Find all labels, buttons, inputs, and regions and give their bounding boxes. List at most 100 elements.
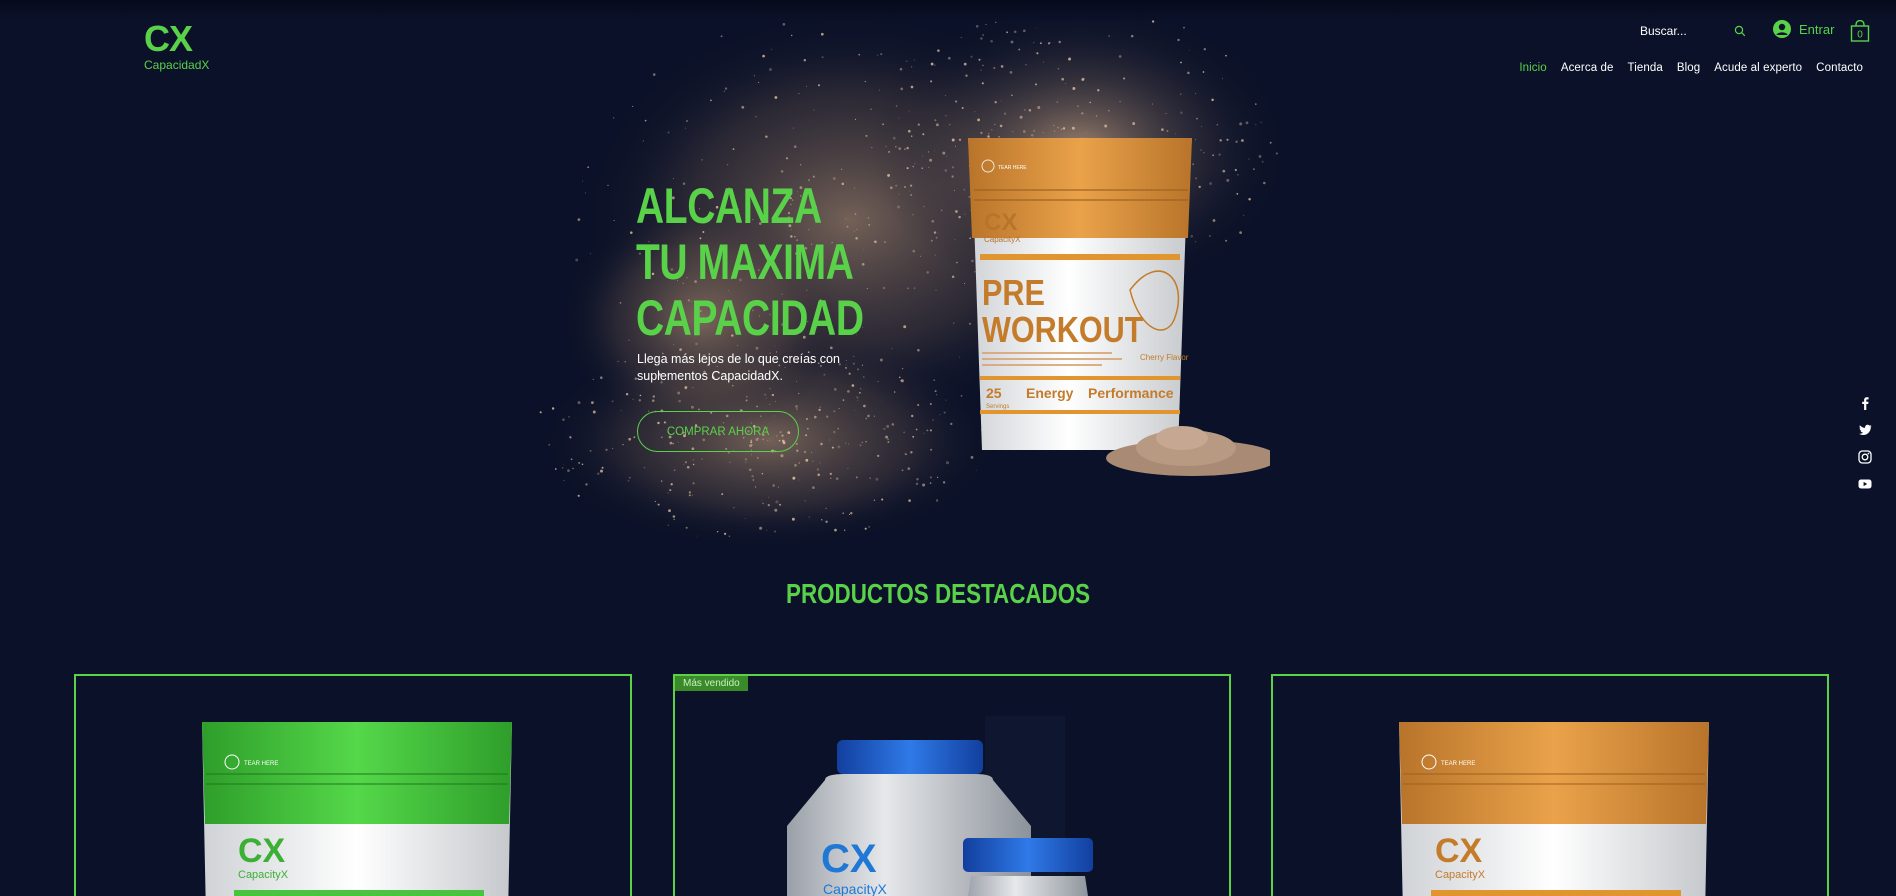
- powder-speckle: [834, 528, 837, 532]
- powder-speckle: [955, 100, 958, 103]
- powder-speckle: [1195, 92, 1197, 94]
- powder-speckle: [933, 231, 937, 234]
- powder-speckle: [1058, 40, 1061, 44]
- facebook-icon[interactable]: [1858, 396, 1872, 410]
- powder-speckle: [825, 520, 828, 524]
- powder-speckle: [934, 254, 936, 256]
- powder-speckle: [820, 442, 823, 446]
- powder-speckle: [589, 449, 592, 452]
- powder-speckle: [721, 493, 724, 496]
- powder-speckle: [935, 499, 939, 502]
- twitter-icon[interactable]: [1858, 423, 1872, 437]
- powder-speckle: [895, 105, 898, 107]
- hero-pouch-tear: TEAR HERE: [998, 165, 1027, 171]
- powder-speckle: [657, 503, 660, 506]
- powder-speckle: [741, 105, 745, 109]
- powder-speckle: [582, 180, 583, 182]
- powder-speckle: [766, 529, 768, 531]
- powder-speckle: [867, 217, 870, 219]
- powder-speckle: [625, 393, 629, 396]
- powder-speckle: [812, 486, 815, 489]
- powder-speckle: [798, 462, 800, 464]
- powder-speckle: [895, 184, 898, 187]
- powder-speckle: [910, 135, 913, 137]
- powder-speckle: [767, 503, 770, 507]
- powder-speckle: [673, 518, 675, 521]
- hero-title-line-3: CAPACIDAD: [636, 290, 864, 346]
- powder-speckle: [1089, 101, 1091, 104]
- powder-speckle: [613, 219, 615, 222]
- powder-speckle: [1042, 61, 1044, 63]
- powder-speckle: [563, 479, 565, 482]
- search-bar[interactable]: [1640, 18, 1746, 44]
- powder-speckle: [934, 150, 936, 152]
- site-logo[interactable]: CX CapacidadX: [144, 20, 209, 73]
- powder-speckle: [769, 68, 772, 71]
- powder-speckle: [745, 461, 747, 463]
- powder-speckle: [985, 23, 987, 26]
- product-image-orange-pouch: TEAR HERE CX CapacityX: [1399, 722, 1709, 896]
- shop-now-button[interactable]: COMPRAR AHORA: [637, 411, 799, 452]
- powder-speckle: [551, 407, 555, 410]
- powder-speckle: [912, 165, 914, 168]
- powder-speckle: [951, 138, 955, 142]
- powder-speckle: [668, 509, 671, 513]
- powder-speckle: [696, 535, 698, 537]
- powder-speckle: [685, 526, 688, 529]
- powder-speckle: [548, 443, 551, 446]
- nav-tienda[interactable]: Tienda: [1621, 62, 1670, 74]
- powder-speckle: [774, 96, 778, 99]
- instagram-icon[interactable]: [1858, 450, 1872, 464]
- powder-speckle: [765, 397, 767, 399]
- powder-speckle: [791, 517, 795, 521]
- powder-speckle: [812, 460, 814, 462]
- powder-speckle: [885, 145, 887, 148]
- login-button[interactable]: Entrar: [1773, 20, 1834, 38]
- powder-speckle: [1068, 57, 1072, 61]
- powder-speckle: [1132, 122, 1136, 126]
- nav-inicio[interactable]: Inicio: [1512, 62, 1553, 74]
- powder-speckle: [1056, 101, 1058, 103]
- powder-speckle: [961, 107, 964, 109]
- nav-blog[interactable]: Blog: [1670, 62, 1707, 74]
- powder-speckle: [761, 472, 764, 475]
- powder-speckle: [630, 231, 633, 234]
- header-shade: [0, 0, 1896, 20]
- powder-speckle: [642, 140, 644, 142]
- featured-products-title: PRODUCTOS DESTACADOS: [0, 578, 1876, 610]
- powder-speckle: [1183, 26, 1185, 29]
- powder-speckle: [891, 423, 895, 426]
- nav-contacto[interactable]: Contacto: [1809, 62, 1870, 74]
- hero-title: ALCANZA TU MAXIMA CAPACIDAD: [636, 178, 864, 346]
- powder-speckle: [929, 403, 932, 405]
- product-card-2[interactable]: CX CapacityX Más vendido: [673, 674, 1231, 896]
- product-card-3[interactable]: TEAR HERE CX CapacityX: [1271, 674, 1829, 896]
- powder-speckle: [1061, 77, 1065, 81]
- card-1-brand-sub: CapacityX: [238, 869, 289, 881]
- hero-pouch-servings: 25: [986, 385, 1002, 401]
- product-card-1[interactable]: TEAR HERE CX CapacityX: [74, 674, 632, 896]
- powder-speckle: [796, 449, 799, 452]
- powder-speckle: [954, 145, 957, 147]
- powder-speckle: [847, 443, 850, 445]
- powder-speckle: [732, 385, 734, 387]
- powder-speckle: [769, 403, 771, 405]
- search-input[interactable]: [1640, 24, 1720, 38]
- powder-speckle: [865, 134, 868, 137]
- powder-speckle: [774, 508, 778, 512]
- powder-speckle: [644, 119, 647, 122]
- cart-button[interactable]: 0: [1850, 19, 1870, 42]
- youtube-icon[interactable]: [1858, 477, 1872, 491]
- powder-speckle: [887, 173, 891, 177]
- powder-speckle: [1095, 115, 1098, 117]
- main-nav: Inicio Acerca de Tienda Blog Acude al ex…: [1512, 62, 1870, 74]
- powder-speckle: [748, 468, 752, 472]
- search-icon[interactable]: [1734, 25, 1746, 37]
- powder-speckle: [898, 193, 900, 195]
- powder-speckle: [842, 399, 845, 401]
- powder-speckle: [1076, 105, 1080, 108]
- nav-acerca-de[interactable]: Acerca de: [1554, 62, 1621, 74]
- powder-speckle: [910, 451, 913, 454]
- powder-speckle: [1035, 27, 1037, 29]
- nav-acude-al-experto[interactable]: Acude al experto: [1707, 62, 1809, 74]
